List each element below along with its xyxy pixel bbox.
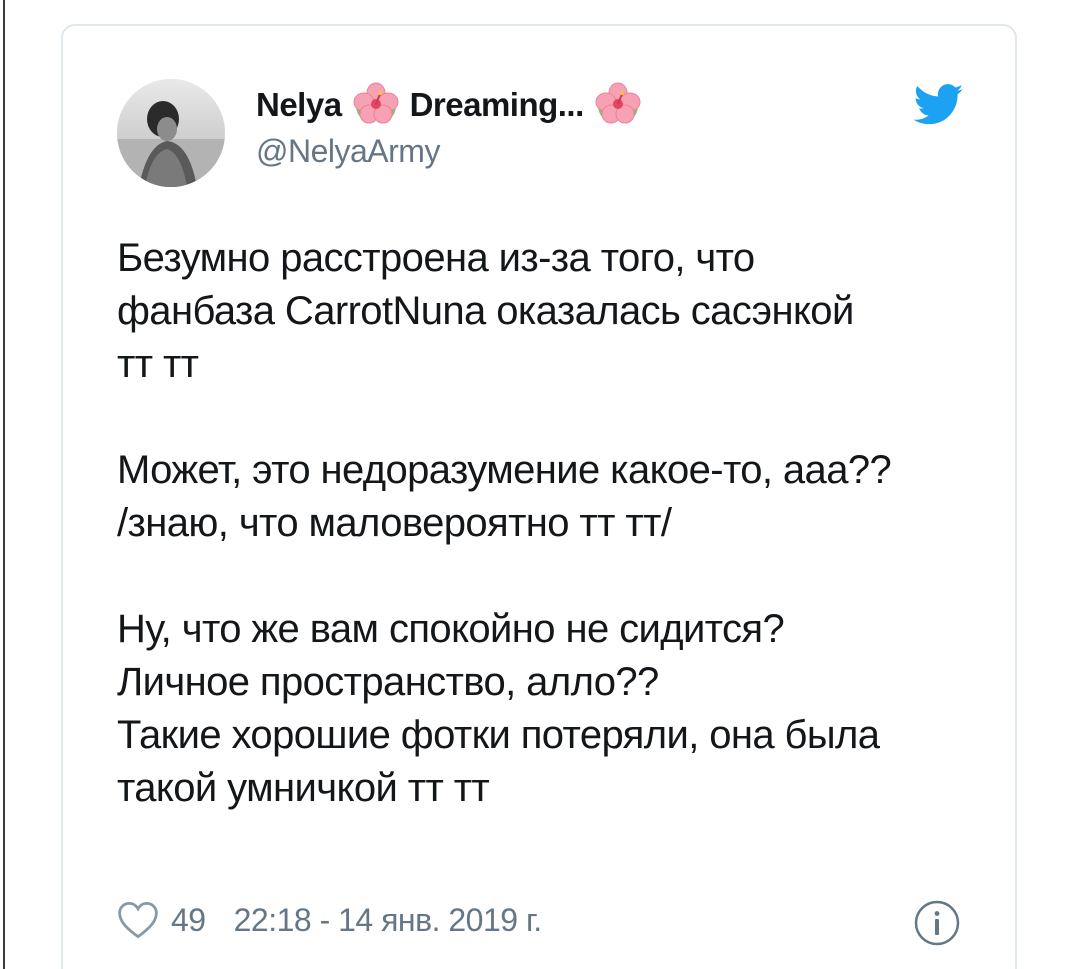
hibiscus-icon: [595, 82, 641, 124]
tweet-line: Может, это недоразумение какое-то, ааа??: [117, 448, 892, 492]
like-count[interactable]: 49: [171, 902, 206, 939]
tweet-line: такой умничкой тт тт: [117, 766, 490, 810]
twitter-bird-icon[interactable]: [914, 84, 964, 126]
avatar[interactable]: [117, 79, 225, 187]
tweet-line: тт тт: [117, 342, 199, 386]
tweet-line: Безумно расстроена из-за того, что: [117, 236, 755, 280]
tweet-line: Личное пространство, алло??: [117, 660, 659, 704]
left-edge-divider: [3, 0, 5, 969]
hibiscus-icon: [353, 82, 399, 124]
author-handle[interactable]: @NelyaArmy: [256, 133, 440, 170]
info-icon[interactable]: [913, 899, 961, 947]
timestamp[interactable]: 22:18 - 14 янв. 2019 г.: [234, 902, 543, 939]
tweet-footer: 49 22:18 - 14 янв. 2019 г.: [117, 895, 977, 945]
tweet-line: Ну, что же вам спокойно не сидится?: [117, 607, 785, 651]
tweet-line: Такие хорошие фотки потеряли, она была: [117, 713, 880, 757]
tweet-line: фанбаза CarrotNuna оказалась сасэнкой: [117, 289, 854, 333]
tweet-line: /знаю, что маловероятно тт тт/: [117, 501, 672, 545]
author-name-part2: Dreaming...: [409, 86, 585, 123]
author-name-part1: Nelya: [256, 86, 342, 123]
tweet-body: Безумно расстроена из-за того, что фанба…: [117, 232, 977, 815]
author-name[interactable]: Nelya Dreaming...: [256, 80, 652, 130]
heart-icon[interactable]: [117, 900, 159, 940]
